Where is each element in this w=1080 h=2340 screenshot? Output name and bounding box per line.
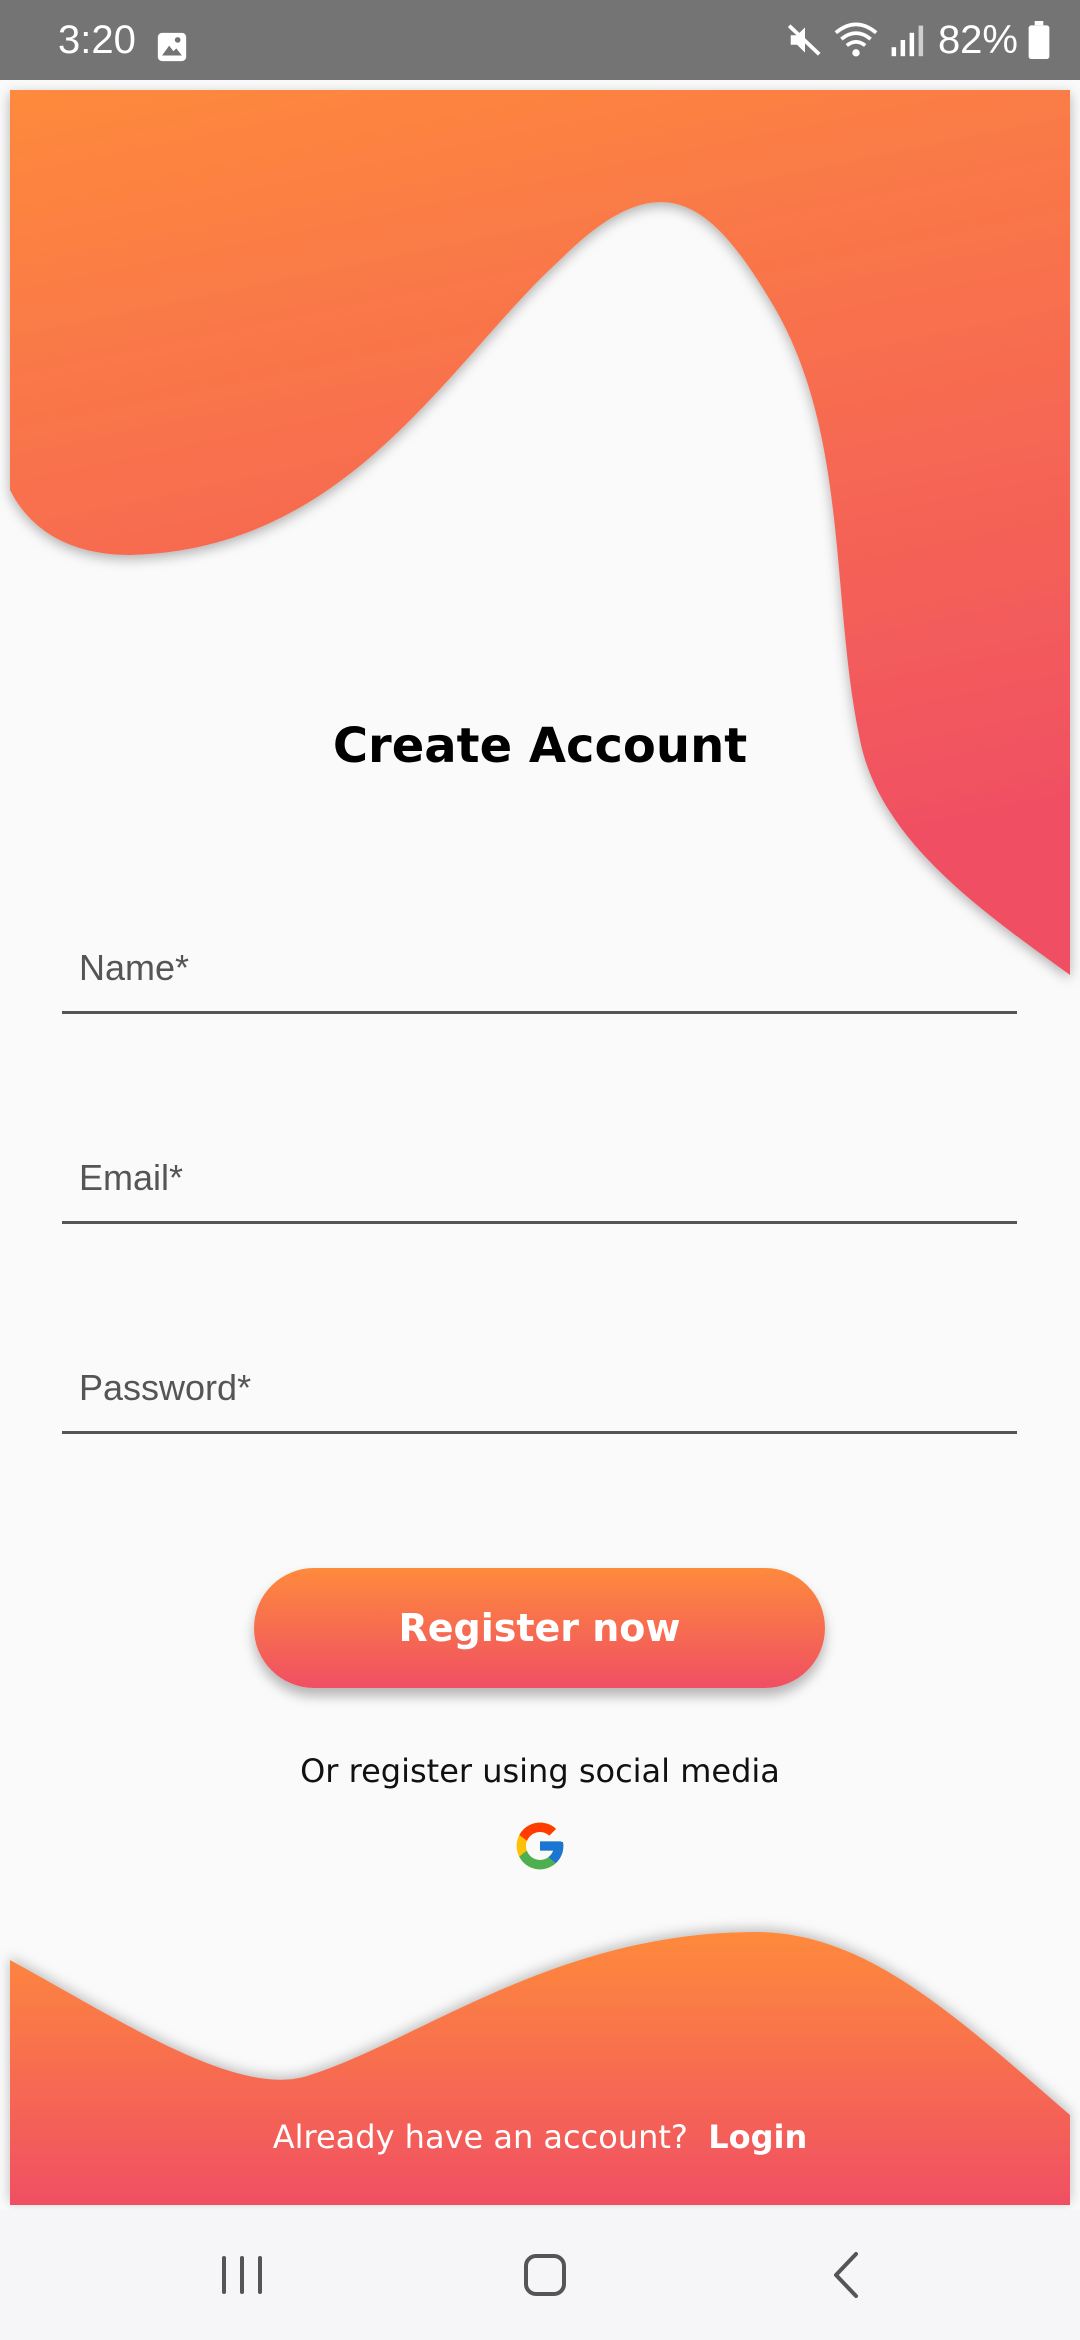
recent-apps-icon[interactable]: [204, 2240, 284, 2310]
wifi-icon: [834, 22, 878, 57]
register-button[interactable]: Register now: [254, 1568, 825, 1688]
home-icon[interactable]: [505, 2240, 585, 2310]
navigation-bar: [0, 2210, 1080, 2340]
status-time: 3:20: [58, 18, 136, 62]
login-link[interactable]: Login: [708, 2118, 807, 2156]
page-title: Create Account: [332, 718, 748, 774]
login-prompt-text: Already have an account?: [272, 2118, 688, 2156]
battery-icon: [1028, 21, 1050, 59]
name-field[interactable]: [62, 924, 1017, 1014]
signal-icon: [891, 25, 924, 57]
email-field[interactable]: [62, 1134, 1017, 1224]
back-icon[interactable]: [808, 2240, 888, 2310]
social-register-text: Or register using social media: [300, 1752, 780, 1790]
status-bar: 3:20 82%: [0, 0, 1080, 80]
password-field[interactable]: [62, 1344, 1017, 1434]
login-prompt: Already have an account? Login: [0, 2118, 1080, 2156]
top-wave-decoration: [10, 90, 1070, 975]
mute-icon: [787, 24, 821, 56]
status-icons: 82%: [786, 18, 1050, 62]
google-icon[interactable]: [512, 1818, 568, 1874]
bottom-wave-decoration: [10, 1931, 1070, 2205]
battery-percent: 82%: [937, 18, 1018, 62]
gallery-icon: [157, 32, 187, 62]
